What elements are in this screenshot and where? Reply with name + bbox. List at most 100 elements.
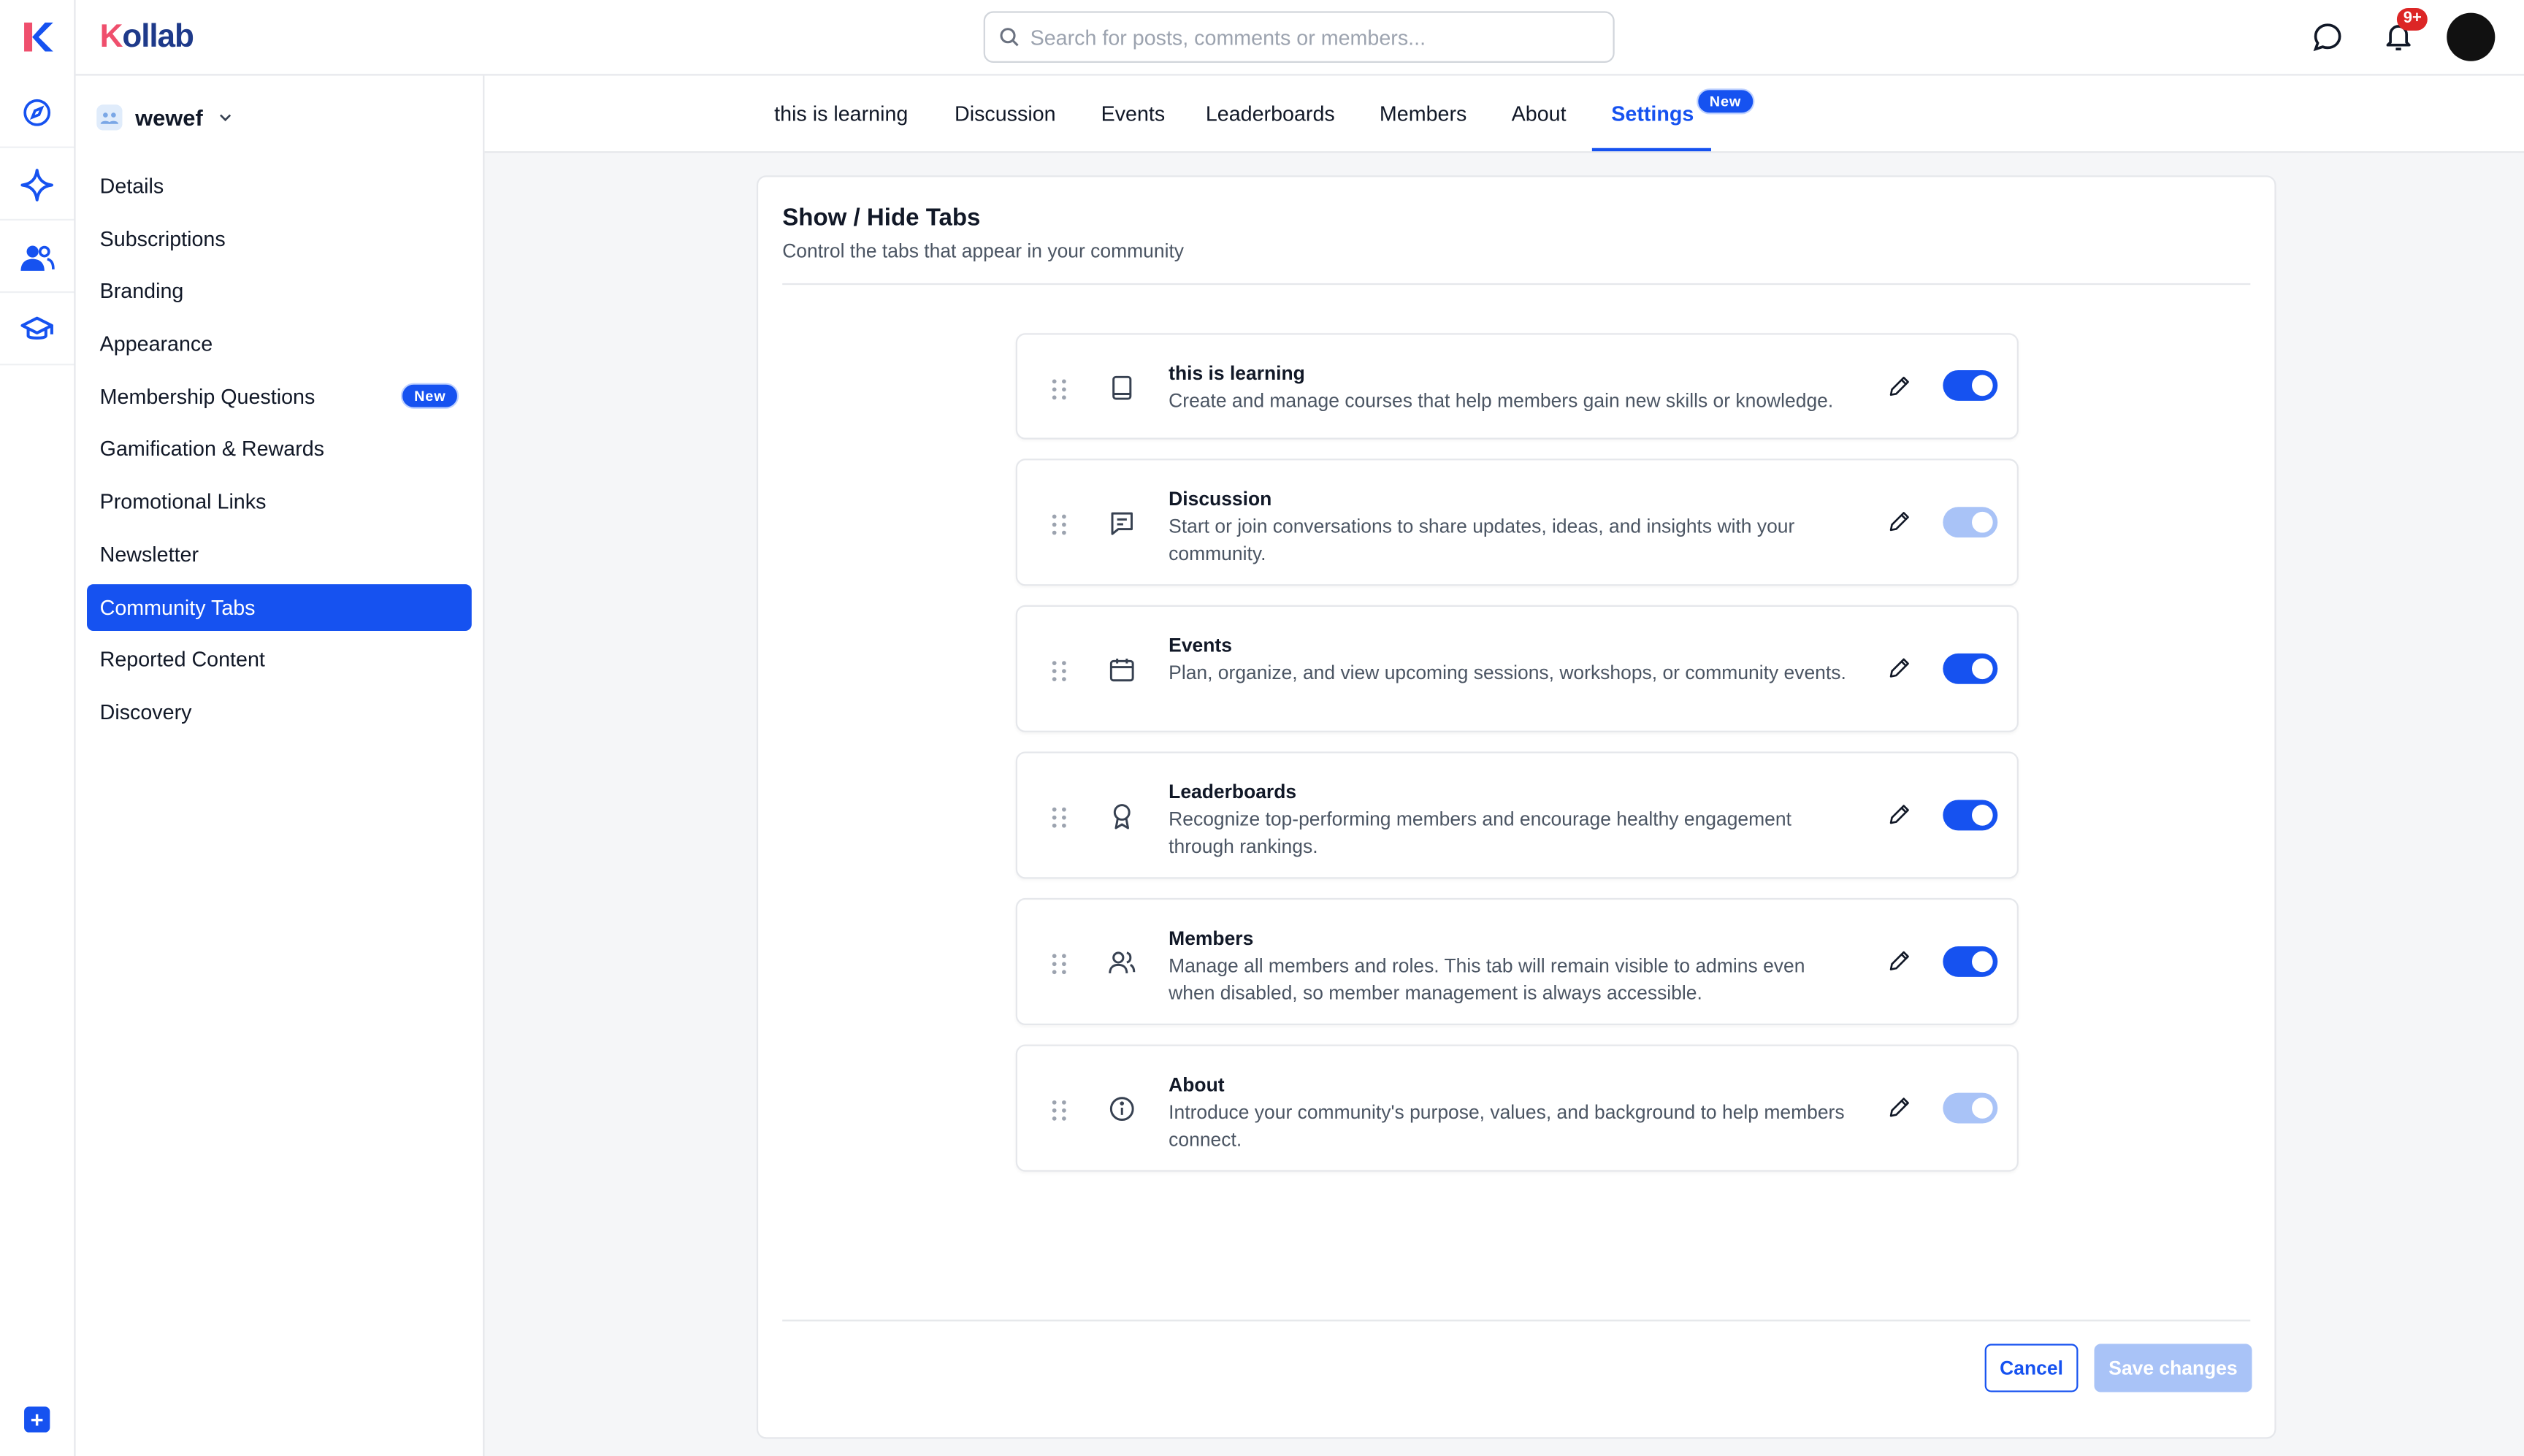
visibility-toggle[interactable] [1943,946,1998,977]
community-name: wewef [135,104,203,131]
panel-subtitle: Control the tabs that appear in your com… [782,240,1185,263]
pencil-icon[interactable] [1886,802,1912,827]
tab-this-is-learning[interactable]: this is learning [774,76,908,153]
drag-handle-icon[interactable] [1051,660,1067,683]
add-community-button[interactable]: + [24,1406,50,1433]
sidebar-item-label: Discovery [99,700,192,724]
sidebar-item-label: Appearance [99,332,213,356]
visibility-toggle[interactable] [1943,1092,1998,1124]
sidebar-item-details[interactable]: Details [87,163,472,210]
new-badge: New [401,383,459,410]
tab-settings[interactable]: Settings [1611,76,1694,153]
sidebar-item-discovery[interactable]: Discovery [87,689,472,735]
sidebar-item-appearance[interactable]: Appearance [87,321,472,367]
sidebar-item-label: Branding [99,279,184,304]
cancel-button[interactable]: Cancel [1984,1344,2079,1392]
notification-badge: 9+ [2396,8,2428,31]
sidebar-item-promotional-links[interactable]: Promotional Links [87,478,472,525]
visibility-toggle[interactable] [1943,800,1998,831]
sidebar-item-label: Community Tabs [99,594,256,619]
sidebar-item-newsletter[interactable]: Newsletter [87,531,472,578]
pencil-icon[interactable] [1886,1095,1912,1120]
sidebar-item-reported-content[interactable]: Reported Content [87,636,472,683]
drag-handle-icon[interactable] [1051,378,1067,401]
sidebar-item-label: Newsletter [99,542,199,567]
sidebar-item-label: Promotional Links [99,489,267,514]
divider [782,283,2251,286]
visibility-toggle[interactable] [1943,653,1998,684]
explore-button[interactable] [0,77,74,148]
visibility-toggle[interactable] [1943,507,1998,538]
brand-rest: ollab [122,18,194,54]
community-tabs-bar: this is learning Discussion Events Leade… [484,75,2524,153]
messages-icon[interactable] [2311,21,2344,53]
tab-card-description: Introduce your community's purpose, valu… [1169,1100,1845,1150]
tab-discussion[interactable]: Discussion [955,76,1056,153]
info-icon [1109,1097,1134,1121]
tab-card-members: Members Manage all members and roles. Th… [1015,897,2019,1026]
tab-card-title: Events [1169,634,1232,657]
tab-card-title: this is learning [1169,361,1305,385]
sidebar-item-branding[interactable]: Branding [87,268,472,315]
tab-about[interactable]: About [1512,76,1567,153]
panel-title: Show / Hide Tabs [782,204,981,232]
pencil-icon[interactable] [1886,655,1912,681]
community-icon [96,104,123,131]
calendar-icon [1109,659,1134,682]
tab-card-leaderboards: Leaderboards Recognize top-performing me… [1015,751,2019,879]
pencil-icon[interactable] [1886,373,1912,399]
user-avatar[interactable] [2447,12,2496,61]
search-input[interactable] [1030,25,1578,50]
community-switcher[interactable]: wewef [96,101,235,134]
sidebar-item-label: Subscriptions [99,226,226,251]
tab-card-about: About Introduce your community's purpose… [1015,1044,2019,1172]
tab-card-title: Members [1169,927,1254,950]
tab-card-description: Recognize top-performing members and enc… [1169,808,1791,857]
tab-card-description: Create and manage courses that help memb… [1169,389,1834,413]
courses-button[interactable] [0,294,74,366]
app-root: + Kollab 9+ wewef Details Subscriptions … [0,0,2524,1456]
tab-card-discussion: Discussion Start or join conversations t… [1015,459,2019,586]
tab-events[interactable]: Events [1101,76,1166,153]
award-icon [1113,804,1131,829]
sidebar-item-gamification[interactable]: Gamification & Rewards [87,426,472,472]
communities-button[interactable] [0,222,74,294]
top-bar: Kollab [75,0,2524,76]
sidebar-item-label: Details [99,174,164,199]
book-icon [1112,375,1132,400]
sidebar-item-label: Gamification & Rewards [99,437,325,461]
sidebar-item-label: Reported Content [99,647,265,672]
tab-card-title: Discussion [1169,487,1272,510]
sidebar-item-subscriptions[interactable]: Subscriptions [87,215,472,262]
drag-handle-icon[interactable] [1051,953,1067,976]
icon-rail: + [0,0,76,1456]
tab-card-description: Plan, organize, and view upcoming sessio… [1169,661,1846,684]
settings-new-badge: New [1697,88,1754,115]
tab-leaderboards[interactable]: Leaderboards [1206,76,1335,153]
tab-card-description: Manage all members and roles. This tab w… [1169,954,1805,1004]
pencil-icon[interactable] [1886,508,1912,534]
sparkle-icon [20,168,53,201]
tab-card-title: About [1169,1073,1225,1096]
drag-handle-icon[interactable] [1051,513,1067,536]
drag-handle-icon[interactable] [1051,806,1067,829]
tab-card-this-is-learning: this is learning Create and manage cours… [1015,333,2019,440]
drag-handle-icon[interactable] [1051,1099,1067,1122]
kollab-logo-icon[interactable] [18,18,56,56]
pencil-icon[interactable] [1886,948,1912,973]
save-changes-button[interactable]: Save changes [2094,1344,2252,1392]
brand-logo[interactable]: Kollab [99,18,194,54]
sidebar-item-community-tabs[interactable]: Community Tabs [87,583,472,630]
search-box[interactable] [983,11,1615,63]
graduation-cap-icon [20,315,53,339]
visibility-toggle[interactable] [1943,369,1998,401]
settings-nav: Details Subscriptions Branding Appearanc… [87,163,472,742]
tab-card-description: Start or join conversations to share upd… [1169,515,1795,564]
active-tab-indicator [1591,147,1711,152]
tab-card-title: Leaderboards [1169,780,1297,803]
ai-button[interactable] [0,150,74,221]
brand-prefix: K [99,18,123,54]
divider [782,1319,2251,1322]
sidebar-item-membership-questions[interactable]: Membership Questions New [87,373,472,420]
tab-members[interactable]: Members [1380,76,1466,153]
